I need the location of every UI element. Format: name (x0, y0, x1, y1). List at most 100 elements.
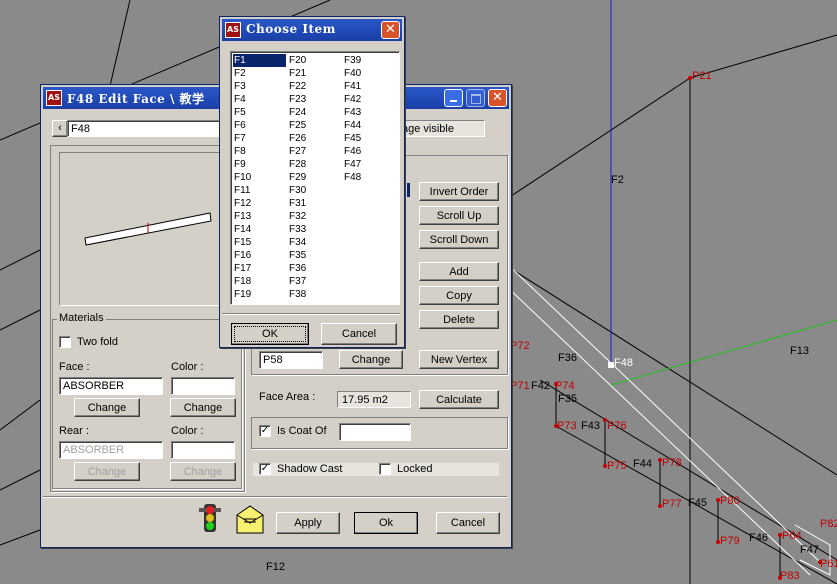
previous-face-button[interactable]: ‹ (52, 120, 68, 137)
point-label[interactable]: P71 (510, 380, 530, 392)
list-item[interactable]: F27 (288, 145, 341, 158)
list-item[interactable]: F4 (233, 93, 286, 106)
envelope-icon[interactable] (235, 503, 265, 535)
invert-order-button[interactable]: Invert Order (419, 182, 499, 201)
cancel-button[interactable]: Cancel (321, 323, 397, 345)
list-item[interactable]: F32 (288, 210, 341, 223)
point-label[interactable]: P73 (557, 420, 577, 432)
list-item[interactable]: F35 (288, 249, 341, 262)
apply-button[interactable]: Apply (276, 512, 340, 534)
list-item[interactable]: F8 (233, 145, 286, 158)
list-item[interactable]: F15 (233, 236, 286, 249)
list-item[interactable]: F43 (343, 106, 396, 119)
point-label[interactable]: P82 (820, 518, 837, 530)
face-label[interactable]: F2 (611, 174, 624, 186)
change-face-material-button[interactable]: Change (74, 398, 140, 417)
list-item[interactable]: F28 (288, 158, 341, 171)
face-label[interactable]: F12 (266, 561, 285, 573)
list-item[interactable]: F46 (343, 145, 396, 158)
face-label[interactable]: F47 (800, 544, 819, 556)
list-item[interactable]: F3 (233, 80, 286, 93)
list-item[interactable]: F48 (343, 171, 396, 184)
list-item[interactable]: F16 (233, 249, 286, 262)
point-label[interactable]: P78 (662, 457, 682, 469)
scroll-up-button[interactable]: Scroll Up (419, 206, 499, 225)
list-item[interactable]: F22 (288, 80, 341, 93)
list-item[interactable]: F31 (288, 197, 341, 210)
is-coat-of-field[interactable] (339, 423, 411, 441)
list-item[interactable]: F13 (233, 210, 286, 223)
cancel-button[interactable]: Cancel (436, 512, 500, 534)
face-label[interactable]: F13 (790, 345, 809, 357)
list-item[interactable]: F47 (343, 158, 396, 171)
list-item[interactable]: F24 (288, 106, 341, 119)
new-vertex-button[interactable]: New Vertex (419, 350, 499, 369)
list-item[interactable]: F38 (288, 288, 341, 301)
scroll-down-button[interactable]: Scroll Down (419, 230, 499, 249)
point-label[interactable]: P74 (555, 380, 575, 392)
locked-checkbox[interactable] (379, 463, 391, 475)
face-label[interactable]: F35 (558, 393, 577, 405)
point-label[interactable]: P83 (780, 570, 800, 582)
point-label[interactable]: P21 (692, 70, 712, 82)
list-item[interactable]: F25 (288, 119, 341, 132)
list-item[interactable]: F9 (233, 158, 286, 171)
copy-vertex-button[interactable]: Copy (419, 286, 499, 305)
list-item[interactable]: F19 (233, 288, 286, 301)
face-material-field[interactable]: ABSORBER (59, 377, 163, 395)
list-item[interactable]: F21 (288, 67, 341, 80)
face-name-field[interactable]: F48 (67, 120, 237, 137)
face-label[interactable]: F42 (531, 380, 550, 392)
list-item[interactable]: F30 (288, 184, 341, 197)
close-icon[interactable]: ✕ (381, 21, 400, 39)
list-item[interactable]: F26 (288, 132, 341, 145)
shadow-cast-checkbox[interactable]: ✓ (259, 463, 271, 475)
list-item[interactable]: F18 (233, 275, 286, 288)
list-item[interactable]: F42 (343, 93, 396, 106)
face-label[interactable]: F36 (558, 352, 577, 364)
point-label[interactable]: P77 (662, 498, 682, 510)
minimize-icon[interactable] (444, 89, 463, 107)
ok-button[interactable]: Ok (354, 512, 418, 534)
is-coat-of-checkbox[interactable]: ✓ (259, 425, 271, 437)
list-item[interactable]: F20 (288, 54, 341, 67)
list-item[interactable]: F12 (233, 197, 286, 210)
list-item[interactable]: F17 (233, 262, 286, 275)
item-list[interactable]: F1 F2 F3 F4 F5 F6 F7 F8 F9 F10 F11 F12 F13 F14 F15 F16 F… (230, 51, 400, 305)
list-item[interactable]: F44 (343, 119, 396, 132)
list-item[interactable]: F5 (233, 106, 286, 119)
add-vertex-button[interactable]: Add (419, 262, 499, 281)
ok-button[interactable]: OK (231, 323, 309, 345)
maximize-icon[interactable] (466, 89, 485, 107)
point-label[interactable]: P80 (720, 495, 740, 507)
point-label[interactable]: P76 (607, 420, 627, 432)
point-label[interactable]: P79 (720, 535, 740, 547)
face-label[interactable]: F44 (633, 458, 652, 470)
list-item[interactable]: F45 (343, 132, 396, 145)
list-item[interactable]: F39 (343, 54, 396, 67)
close-icon[interactable]: ✕ (488, 89, 507, 107)
face-color-field[interactable] (171, 377, 235, 395)
list-item[interactable]: F37 (288, 275, 341, 288)
change-face-color-button[interactable]: Change (170, 398, 236, 417)
list-item[interactable]: F40 (343, 67, 396, 80)
list-item[interactable]: F10 (233, 171, 286, 184)
list-item[interactable]: F23 (288, 93, 341, 106)
face-label[interactable]: F43 (581, 420, 600, 432)
calculate-button[interactable]: Calculate (419, 390, 499, 409)
list-item[interactable]: F33 (288, 223, 341, 236)
traffic-light-icon[interactable] (197, 503, 223, 535)
point-label[interactable]: P61 (820, 558, 837, 570)
face-label[interactable]: F45 (688, 497, 707, 509)
list-item[interactable]: F36 (288, 262, 341, 275)
point-label[interactable]: P72 (510, 340, 530, 352)
delete-vertex-button[interactable]: Delete (419, 310, 499, 329)
face-label[interactable]: F46 (749, 532, 768, 544)
list-item[interactable]: F7 (233, 132, 286, 145)
list-item[interactable]: F1 (233, 54, 286, 67)
list-item[interactable]: F14 (233, 223, 286, 236)
two-fold-checkbox[interactable] (59, 336, 71, 348)
list-item[interactable]: F41 (343, 80, 396, 93)
point-label[interactable]: P75 (607, 460, 627, 472)
vertex-field[interactable]: P58 (259, 351, 323, 369)
